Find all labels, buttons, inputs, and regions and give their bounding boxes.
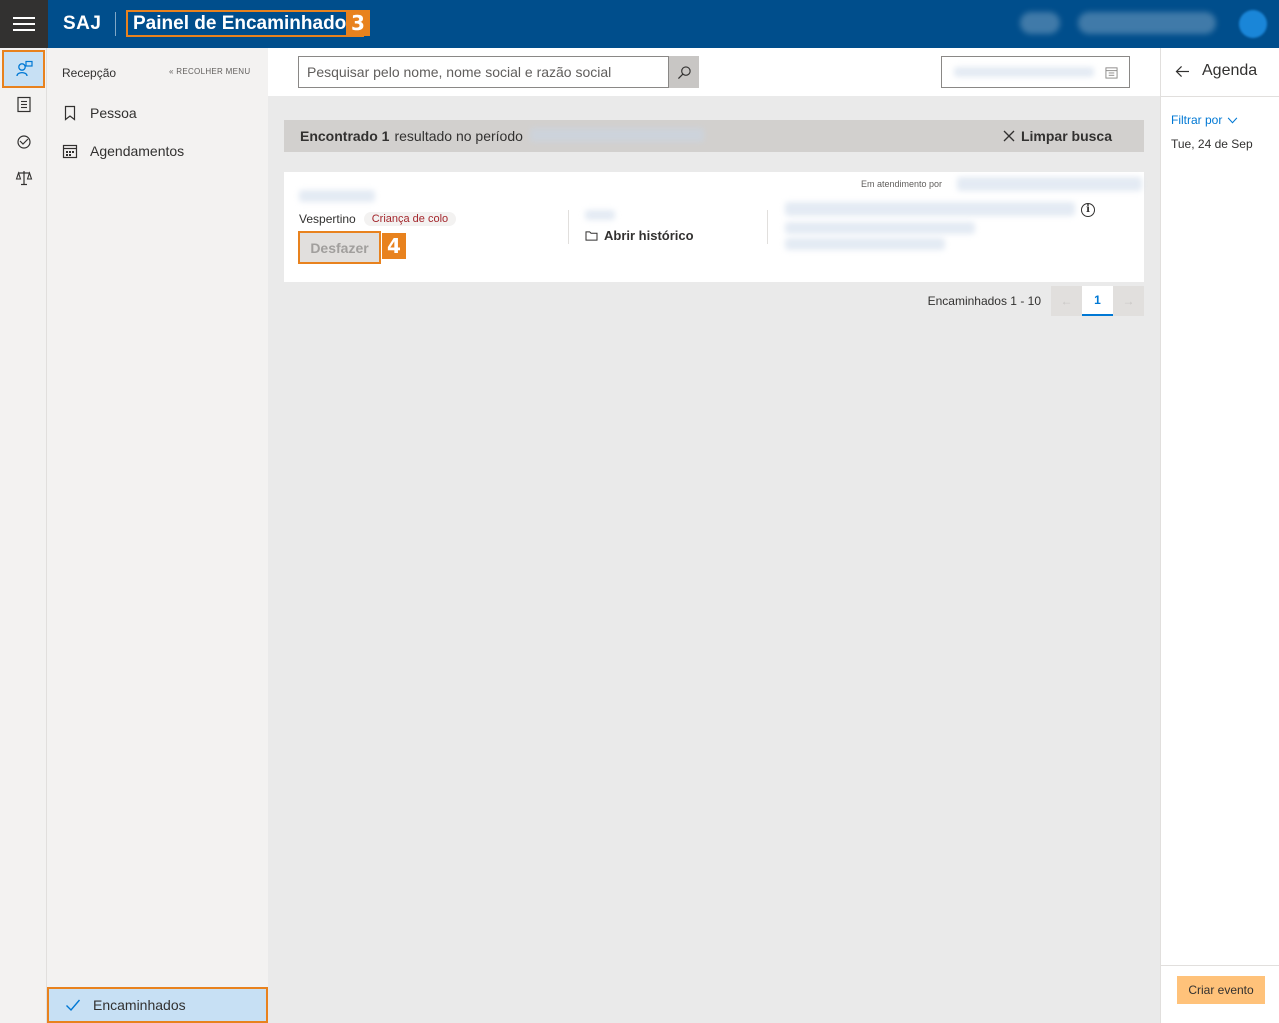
filter-dropdown[interactable]: Filtrar por [1171, 113, 1238, 127]
prev-page-button[interactable]: ← [1051, 286, 1082, 316]
nav-item-label: Agendamentos [90, 143, 185, 159]
clear-search-label: Limpar busca [1020, 128, 1112, 144]
brand-name[interactable]: SAJ [63, 13, 101, 35]
callout-3: 3 [346, 10, 370, 36]
person-chat-icon [15, 60, 33, 77]
person-name-blurred [299, 190, 375, 202]
search-icon [677, 65, 691, 79]
date-range-picker[interactable] [941, 56, 1130, 88]
nav-item-agendamentos[interactable]: Agendamentos [62, 143, 184, 159]
nav-item-pessoa[interactable]: Pessoa [62, 105, 137, 121]
pagination: Encaminhados 1 - 10 ← 1 → [928, 286, 1144, 316]
agenda-divider [1161, 965, 1279, 966]
clear-search-button[interactable]: Limpar busca [1003, 128, 1112, 144]
agenda-divider [1161, 96, 1279, 97]
calendar-icon [1105, 67, 1118, 79]
attendant-blurred [957, 177, 1142, 191]
hamburger-line [13, 23, 35, 25]
collapse-menu-button[interactable]: « RECOLHER MENU [169, 67, 250, 76]
details-blurred [785, 222, 975, 234]
page-number-button[interactable]: 1 [1082, 286, 1113, 316]
back-arrow-icon[interactable] [1175, 65, 1190, 78]
agenda-title: Agenda [1202, 62, 1258, 79]
card-divider [767, 210, 768, 244]
shift-label: Vespertino [299, 212, 356, 226]
attending-label: Em atendimento por [861, 179, 943, 189]
icon-rail [0, 48, 47, 1023]
calendar-icon [62, 144, 78, 159]
search-input[interactable]: Pesquisar pelo nome, nome social e razão… [298, 56, 669, 88]
callout-4: 4 [382, 233, 406, 259]
results-period-label: resultado no período [394, 128, 523, 144]
rail-scale-button[interactable] [0, 160, 47, 196]
search-button[interactable] [669, 56, 699, 88]
details-blurred [785, 238, 945, 250]
folder-icon [585, 231, 598, 241]
results-summary-bar: Encontrado 1 resultado no período Limpar… [284, 120, 1144, 152]
nav-item-label: Encaminhados [93, 997, 186, 1013]
nav-item-encaminhados[interactable]: Encaminhados [47, 987, 268, 1023]
handshake-icon [16, 135, 31, 149]
agenda-date: Tue, 24 de Sep [1171, 137, 1253, 151]
open-history-link[interactable]: Abrir histórico [585, 228, 694, 243]
chevron-down-icon [1228, 117, 1238, 123]
results-count: Encontrado 1 [300, 128, 390, 144]
agenda-header: Agenda [1175, 62, 1257, 80]
search-toolbar: Pesquisar pelo nome, nome social e razão… [268, 48, 1160, 96]
user-info-blurred [1078, 12, 1216, 34]
undo-button[interactable]: Desfazer [298, 231, 381, 264]
card-divider [568, 210, 569, 244]
period-blurred [530, 128, 704, 142]
sidenav-section-title: Recepção [62, 66, 117, 80]
priority-tag: Criança de colo [363, 212, 457, 226]
card-tags: Vespertino Criança de colo [299, 212, 457, 226]
clipboard-icon [16, 96, 31, 113]
main-content: Pesquisar pelo nome, nome social e razão… [268, 48, 1160, 1023]
referral-card: Em atendimento por Vespertino Criança de… [284, 172, 1144, 282]
nav-item-label: Pessoa [90, 105, 137, 121]
close-icon [1003, 130, 1015, 142]
avatar[interactable] [1239, 10, 1267, 38]
pagination-label: Encaminhados 1 - 10 [927, 294, 1041, 308]
details-blurred [785, 202, 1075, 216]
open-history-label: Abrir histórico [604, 228, 694, 243]
rail-clipboard-button[interactable] [0, 86, 47, 122]
user-info-blurred [1020, 12, 1060, 34]
hamburger-line [13, 17, 35, 19]
bookmark-icon [64, 105, 76, 121]
rail-reception-button[interactable] [2, 50, 45, 88]
next-page-button[interactable]: → [1113, 286, 1144, 316]
agenda-panel: Agenda Filtrar por Tue, 24 de Sep Criar … [1160, 48, 1279, 1023]
filter-label: Filtrar por [1171, 113, 1223, 127]
scale-icon [15, 171, 32, 186]
hamburger-menu-button[interactable] [0, 0, 48, 48]
create-event-button[interactable]: Criar evento [1177, 976, 1265, 1004]
record-blurred [585, 210, 615, 220]
date-range-blurred [954, 67, 1094, 77]
info-icon[interactable]: i [1081, 203, 1095, 217]
brand-divider [115, 12, 117, 36]
hamburger-line [13, 29, 35, 31]
rail-handshake-button[interactable] [0, 124, 47, 160]
side-nav: Recepção « RECOLHER MENU Pessoa Agendame… [47, 48, 268, 1023]
check-icon [66, 999, 81, 1012]
page-title: Painel de Encaminhados [126, 10, 364, 37]
